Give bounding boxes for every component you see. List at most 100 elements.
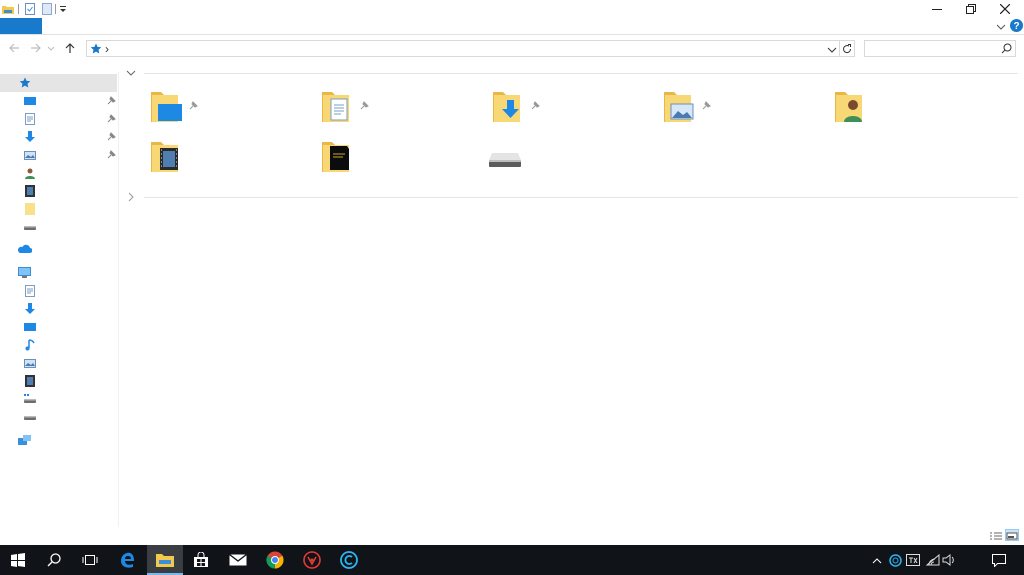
nav-item-user-folder[interactable] [0,164,117,182]
file-tab[interactable] [0,18,42,34]
action-center-icon[interactable] [992,553,1006,567]
nav-item-network[interactable] [0,432,117,450]
pin-icon [530,100,540,110]
blue-app-icon [340,551,358,569]
show-hidden-icons-icon[interactable] [870,553,884,567]
videos-icon [24,185,36,197]
nav-item-pc-pictures[interactable] [0,354,117,372]
customize-dropdown-icon[interactable] [58,3,70,15]
nav-item-onedrive[interactable] [0,240,117,258]
address-bar[interactable]: › [86,40,840,57]
nav-item-pc-music[interactable] [0,336,117,354]
nav-item-videos[interactable] [0,182,117,200]
minimize-button[interactable] [920,0,954,18]
store-button[interactable] [183,545,219,575]
folder-icon[interactable] [2,3,14,15]
folder-tile-pictures[interactable] [663,90,723,130]
minimize-icon [932,9,942,10]
desktop-folder-icon [151,92,182,122]
address-dropdown[interactable] [827,44,837,54]
pin-icon[interactable] [106,113,116,123]
nav-item-downloads[interactable] [0,128,117,146]
nav-item-folder[interactable] [0,200,117,218]
desktop-icon [24,321,36,333]
nav-item-documents[interactable] [0,110,117,128]
windows-start-icon [11,553,25,567]
edge-button[interactable] [110,545,146,575]
arrow-up-icon [65,43,75,53]
onedrive-icon [18,243,33,255]
back-button[interactable] [6,40,22,56]
close-button[interactable] [988,0,1022,18]
recent-locations-button[interactable] [46,40,56,56]
quick-access-star-icon [19,77,31,89]
properties-icon[interactable] [24,3,36,15]
drive-icon [489,153,521,167]
new-folder-icon[interactable] [41,3,53,15]
ribbon-tabs: ? [0,18,1024,35]
folder-tile-dark[interactable] [321,140,381,180]
nav-item-pc-drive[interactable] [0,408,117,426]
nav-item-pc-videos[interactable] [0,372,117,390]
search-button[interactable] [36,545,72,575]
folder-tile-user[interactable] [834,90,894,130]
forward-button[interactable] [28,40,44,56]
nav-item-pc-local-disk[interactable] [0,390,117,408]
chevron-right-icon [128,192,134,202]
quick-access-star-icon [90,43,102,55]
breadcrumb-separator[interactable]: › [105,42,109,56]
pictures-icon [24,149,36,161]
volume-icon[interactable] [942,553,956,567]
help-icon[interactable]: ? [1010,19,1023,32]
this-pc-icon [18,267,31,279]
folder-tile-desktop[interactable] [150,90,210,130]
up-button[interactable] [62,40,78,56]
pin-icon[interactable] [106,149,116,159]
frequent-folders-toggle[interactable] [124,66,138,80]
folder-tile-videos[interactable] [150,140,210,180]
task-view-button[interactable] [72,545,108,575]
nav-item-desktop[interactable] [0,92,117,110]
nav-item-pc-documents[interactable] [0,282,117,300]
refresh-button[interactable] [840,40,855,57]
details-view-icon[interactable] [990,531,1002,541]
restore-button[interactable] [954,0,988,18]
file-explorer-button[interactable] [147,545,183,575]
downloads-icon [24,131,36,143]
cortana-tray-icon[interactable] [888,553,902,567]
chrome-button[interactable] [257,545,293,575]
search-box[interactable] [864,40,1016,57]
file-explorer-icon [156,554,174,567]
red-app-button[interactable] [294,545,330,575]
blue-app-button[interactable] [331,545,367,575]
search-icon[interactable] [1001,43,1012,54]
svg-text:?: ? [1013,21,1019,32]
pin-icon [359,100,369,110]
pin-icon[interactable] [106,131,116,141]
ime-icon[interactable] [906,553,920,567]
drive-tile[interactable] [488,150,548,190]
large-icons-view-icon[interactable] [1005,529,1019,541]
wifi-icon[interactable] [926,553,940,567]
downloads-icon [24,303,36,315]
nav-item-quick-access[interactable] [0,74,117,92]
folder-tile-documents[interactable] [321,90,381,130]
user-folder-icon [835,92,862,122]
chevron-down-icon[interactable] [996,21,1006,31]
nav-item-drive[interactable] [0,218,117,236]
mail-button[interactable] [220,545,256,575]
search-input[interactable] [865,41,997,56]
mail-icon [229,554,247,566]
nav-item-pictures[interactable] [0,146,117,164]
nav-item-pc-desktop[interactable] [0,318,117,336]
nav-item-this-pc[interactable] [0,264,117,282]
documents-icon [24,285,36,297]
pin-icon[interactable] [106,95,116,105]
recent-files-toggle[interactable] [124,190,138,204]
chrome-icon [266,551,284,569]
start-button[interactable] [0,545,36,575]
navigation-pane [0,72,119,527]
folder-tile-downloads[interactable] [492,90,552,130]
nav-item-pc-downloads[interactable] [0,300,117,318]
pin-icon [188,100,198,110]
